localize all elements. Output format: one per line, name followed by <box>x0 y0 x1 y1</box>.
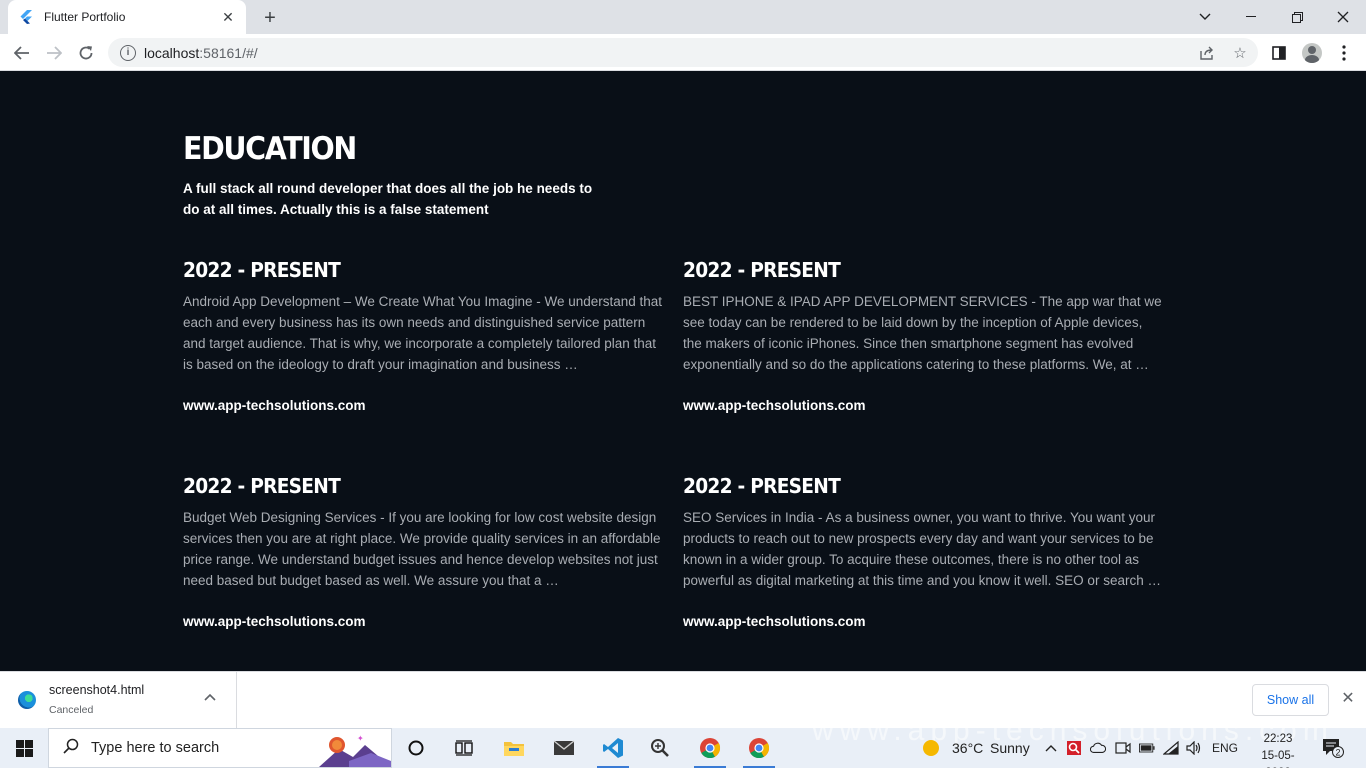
card-description: Budget Web Designing Services - If you a… <box>183 510 661 588</box>
new-tab-button[interactable]: + <box>258 6 282 30</box>
chevron-up-icon[interactable] <box>204 690 216 704</box>
wifi-icon[interactable] <box>1163 740 1179 756</box>
restore-button[interactable] <box>1274 0 1320 34</box>
cloud-sync-icon[interactable] <box>1090 740 1106 756</box>
clock[interactable]: 22:23 15-05-2022 <box>1252 731 1304 768</box>
side-panel-icon[interactable] <box>1266 40 1292 66</box>
forward-button[interactable] <box>41 40 67 66</box>
weather-desc[interactable]: Sunny <box>990 728 1030 768</box>
windows-taskbar: www.app-techsolutions.com Type here to s… <box>0 714 1366 768</box>
card-link[interactable]: www.app-techsolutions.com <box>683 614 1163 629</box>
share-icon[interactable] <box>1196 38 1220 67</box>
show-all-button[interactable]: Show all <box>1252 684 1329 716</box>
close-tab-icon[interactable]: ✕ <box>220 9 236 25</box>
search-placeholder: Type here to search <box>91 740 220 756</box>
card-link[interactable]: www.app-techsolutions.com <box>183 614 663 629</box>
magnifier-icon[interactable] <box>636 728 684 768</box>
menu-kebab-icon[interactable] <box>1331 40 1357 66</box>
search-highlight-illustration: ✦ <box>319 734 391 767</box>
card-link[interactable]: www.app-techsolutions.com <box>183 398 663 413</box>
volume-icon[interactable] <box>1186 740 1202 756</box>
clock-time: 22:23 <box>1263 733 1293 745</box>
card-description: Android App Development – We Create What… <box>183 294 663 372</box>
close-download-bar-icon[interactable]: ✕ <box>1338 688 1358 708</box>
card-description: BEST IPHONE & IPAD APP DEVELOPMENT SERVI… <box>683 294 1162 372</box>
card-date: 2022 - PRESENT <box>183 474 341 498</box>
site-info-icon[interactable]: i <box>120 44 136 61</box>
tab-search-button[interactable] <box>1182 0 1228 34</box>
card-date: 2022 - PRESENT <box>683 258 841 282</box>
url-text: localhost:58161/#/ <box>144 44 258 61</box>
bookmark-star-icon[interactable]: ☆ <box>1228 38 1252 67</box>
education-card: 2022 - PRESENT Budget Web Designing Serv… <box>183 474 663 629</box>
clock-date: 15-05-2022 <box>1261 750 1295 768</box>
education-card: 2022 - PRESENT BEST IPHONE & IPAD APP DE… <box>683 258 1163 413</box>
sun-icon[interactable] <box>922 739 940 757</box>
svg-text:✦: ✦ <box>357 734 364 743</box>
browser-toolbar: i localhost:58161/#/ ☆ <box>0 34 1366 71</box>
windows-logo-icon <box>15 739 33 757</box>
download-filename: screenshot4.html <box>49 683 145 697</box>
mail-icon[interactable] <box>540 728 588 768</box>
education-card: 2022 - PRESENT Android App Development –… <box>183 258 663 413</box>
card-date: 2022 - PRESENT <box>683 474 841 498</box>
card-link[interactable]: www.app-techsolutions.com <box>683 398 1163 413</box>
tab-title: Flutter Portfolio <box>44 10 126 24</box>
minimize-button[interactable] <box>1228 0 1274 34</box>
browser-tab[interactable]: Flutter Portfolio ✕ <box>8 0 246 34</box>
notification-center-icon[interactable]: 2 <box>1322 738 1344 758</box>
chrome-icon[interactable] <box>686 728 734 768</box>
cortana-icon[interactable] <box>392 728 440 768</box>
flutter-icon <box>18 9 34 25</box>
card-description: SEO Services in India - As a business ow… <box>683 510 1161 588</box>
edge-file-icon <box>18 691 36 709</box>
chevron-up-icon[interactable] <box>1043 740 1059 756</box>
meet-now-icon[interactable] <box>1115 740 1131 756</box>
notification-count: 2 <box>1335 748 1340 758</box>
language-indicator[interactable]: ENG <box>1212 728 1238 768</box>
search-icon <box>63 738 79 759</box>
card-date: 2022 - PRESENT <box>183 258 341 282</box>
reload-button[interactable] <box>73 40 99 66</box>
back-button[interactable] <box>9 40 35 66</box>
download-item[interactable]: screenshot4.html Canceled <box>0 672 237 729</box>
education-card: 2022 - PRESENT SEO Services in India - A… <box>683 474 1163 629</box>
profile-avatar[interactable] <box>1299 40 1325 66</box>
download-status: Canceled <box>49 704 94 716</box>
chrome-icon[interactable] <box>735 728 783 768</box>
page-title: EDUCATION <box>183 131 357 167</box>
vscode-icon[interactable] <box>589 728 637 768</box>
browser-tab-strip: Flutter Portfolio ✕ + <box>0 0 1366 34</box>
file-explorer-icon[interactable] <box>490 728 538 768</box>
weather-temp[interactable]: 36°C <box>952 728 983 768</box>
avatar-icon <box>1302 43 1322 63</box>
address-bar[interactable]: i localhost:58161/#/ ☆ <box>108 38 1258 67</box>
battery-icon[interactable] <box>1139 740 1155 756</box>
close-window-button[interactable] <box>1320 0 1366 34</box>
antivirus-icon[interactable] <box>1066 740 1082 756</box>
page-content: EDUCATION A full stack all round develop… <box>0 71 1366 671</box>
taskbar-search[interactable]: Type here to search ✦ <box>48 728 392 768</box>
page-subtitle: A full stack all round developer that do… <box>183 181 593 217</box>
start-button[interactable] <box>0 728 48 768</box>
task-view-icon[interactable] <box>440 728 488 768</box>
